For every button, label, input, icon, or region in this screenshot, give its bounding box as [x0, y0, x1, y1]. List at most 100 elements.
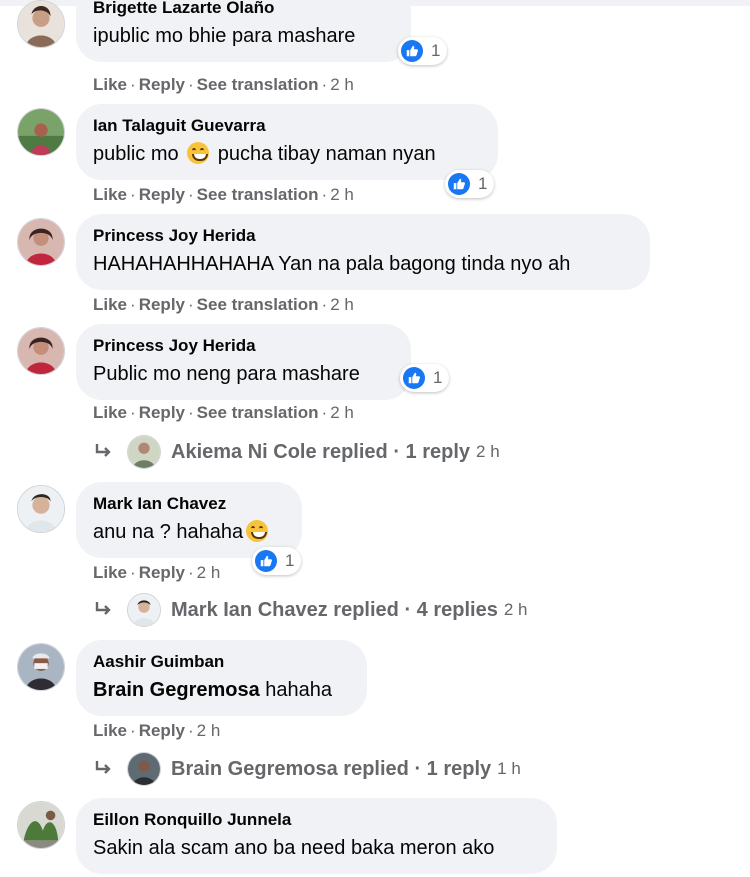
comment-text: Brain Gegremosa hahaha	[93, 676, 349, 704]
comment-author[interactable]: Princess Joy Herida	[93, 336, 393, 356]
comment-actions: Like · Reply · 2 h	[93, 721, 220, 741]
replies-summary[interactable]: Akiema Ni Cole replied · 1 reply 2 h	[93, 434, 500, 470]
comment-text: ipublic mo bhie para mashare	[93, 25, 356, 47]
comment-bubble: Princess Joy Herida Public mo neng para …	[76, 324, 411, 400]
comment-bubble: Eillon Ronquillo Junnela Sakin ala scam …	[76, 798, 557, 874]
like-link[interactable]: Like	[93, 563, 127, 582]
avatar[interactable]	[17, 485, 65, 533]
separator: ·	[188, 721, 194, 740]
reaction-badge[interactable]: 1	[445, 170, 495, 198]
mentioned-user-link[interactable]: Brain Gegremosa	[93, 679, 260, 701]
reply-arrow-icon	[93, 441, 115, 463]
reply-link[interactable]: Reply	[139, 75, 185, 94]
comment-text: Sakin ala scam ano ba need baka meron ak…	[93, 837, 495, 859]
comment-author[interactable]: Aashir Guimban	[93, 652, 349, 672]
reply-link[interactable]: Reply	[139, 563, 185, 582]
view-replies-link[interactable]: Mark Ian Chavez replied · 4 replies	[171, 599, 498, 622]
replies-summary[interactable]: Brain Gegremosa replied · 1 reply 1 h	[93, 751, 521, 787]
comment-text-part: public mo	[93, 143, 179, 165]
reply-link[interactable]: Reply	[139, 403, 185, 422]
see-translation-link[interactable]: See translation	[197, 185, 319, 204]
reply-count: 1 reply	[426, 757, 492, 780]
reaction-badge[interactable]: 1	[252, 547, 302, 575]
thumbs-up-icon	[255, 550, 277, 572]
see-translation-link[interactable]: See translation	[197, 295, 319, 314]
timestamp[interactable]: 2 h	[197, 721, 221, 740]
separator: ·	[188, 75, 194, 94]
comment-text: Public mo neng para mashare	[93, 363, 360, 385]
reply-time: 2 h	[476, 442, 500, 461]
timestamp[interactable]: 2 h	[330, 403, 354, 422]
thumbs-up-icon	[401, 40, 423, 62]
separator: ·	[188, 185, 194, 204]
reply-arrow-icon	[93, 599, 115, 621]
timestamp[interactable]: 2 h	[197, 563, 221, 582]
timestamp[interactable]: 2 h	[330, 295, 354, 314]
reaction-count: 1	[285, 551, 295, 570]
comment-author[interactable]: Eillon Ronquillo Junnela	[93, 810, 539, 830]
comment-actions: Like · Reply · See translation · 2 h	[93, 295, 354, 315]
avatar[interactable]	[17, 0, 65, 48]
avatar[interactable]	[17, 801, 65, 849]
comment-author[interactable]: Brigette Lazarte Olaño	[93, 0, 393, 18]
view-replies-link[interactable]: Akiema Ni Cole replied · 1 reply	[171, 441, 470, 464]
user-photo-icon	[18, 1, 64, 47]
grinning-face-emoji-icon	[187, 142, 210, 164]
separator: ·	[414, 757, 422, 780]
replier-avatar	[127, 752, 161, 786]
separator: ·	[321, 403, 328, 422]
user-photo-icon	[18, 219, 64, 265]
user-photo-icon	[18, 328, 64, 374]
comment-actions: Like · Reply · 2 h	[93, 563, 220, 583]
separator: ·	[130, 721, 136, 740]
comment-actions: Like · Reply · See translation · 2 h	[93, 403, 354, 423]
thumbs-up-icon	[448, 173, 470, 195]
user-photo-icon	[18, 644, 64, 690]
replier-avatar	[127, 435, 161, 469]
reply-link[interactable]: Reply	[139, 295, 185, 314]
avatar[interactable]	[17, 218, 65, 266]
timestamp[interactable]: 2 h	[330, 185, 354, 204]
reply-count: 1 reply	[405, 440, 471, 463]
comment-text: anu na ? hahaha	[93, 518, 284, 546]
reaction-badge[interactable]: 1	[398, 37, 448, 65]
comment-author[interactable]: Mark Ian Chavez	[93, 494, 284, 514]
comment-author[interactable]: Princess Joy Herida	[93, 226, 632, 246]
separator: ·	[321, 295, 328, 314]
reply-count: 4 replies	[416, 598, 498, 621]
user-photo-icon	[18, 486, 64, 532]
separator: ·	[188, 403, 194, 422]
separator: ·	[130, 75, 136, 94]
reaction-count: 1	[431, 41, 441, 60]
like-link[interactable]: Like	[93, 295, 127, 314]
timestamp[interactable]: 2 h	[330, 75, 354, 94]
reply-time: 1 h	[497, 759, 521, 778]
reply-link[interactable]: Reply	[139, 721, 185, 740]
user-photo-icon	[18, 802, 64, 848]
separator: ·	[393, 440, 400, 463]
user-photo-icon	[18, 109, 64, 155]
comment-author[interactable]: Ian Talaguit Guevarra	[93, 116, 480, 136]
replier-name: Akiema Ni Cole replied	[171, 440, 388, 463]
reply-link[interactable]: Reply	[139, 185, 185, 204]
like-link[interactable]: Like	[93, 75, 127, 94]
separator: ·	[130, 403, 136, 422]
see-translation-link[interactable]: See translation	[197, 403, 319, 422]
comment-text-part: hahaha	[265, 679, 333, 701]
like-link[interactable]: Like	[93, 721, 127, 740]
replier-name: Mark Ian Chavez replied	[171, 598, 399, 621]
replies-summary[interactable]: Mark Ian Chavez replied · 4 replies 2 h	[93, 592, 527, 628]
view-replies-link[interactable]: Brain Gegremosa replied · 1 reply	[171, 758, 491, 781]
reply-time: 2 h	[503, 600, 528, 619]
like-link[interactable]: Like	[93, 403, 127, 422]
separator: ·	[188, 295, 194, 314]
reaction-count: 1	[478, 174, 488, 193]
avatar[interactable]	[17, 108, 65, 156]
reaction-badge[interactable]: 1	[400, 364, 450, 392]
comment-text: public mo pucha tibay naman nyan	[93, 140, 480, 168]
like-link[interactable]: Like	[93, 185, 127, 204]
avatar[interactable]	[17, 327, 65, 375]
avatar[interactable]	[17, 643, 65, 691]
see-translation-link[interactable]: See translation	[197, 75, 319, 94]
thumbs-up-icon	[403, 367, 425, 389]
